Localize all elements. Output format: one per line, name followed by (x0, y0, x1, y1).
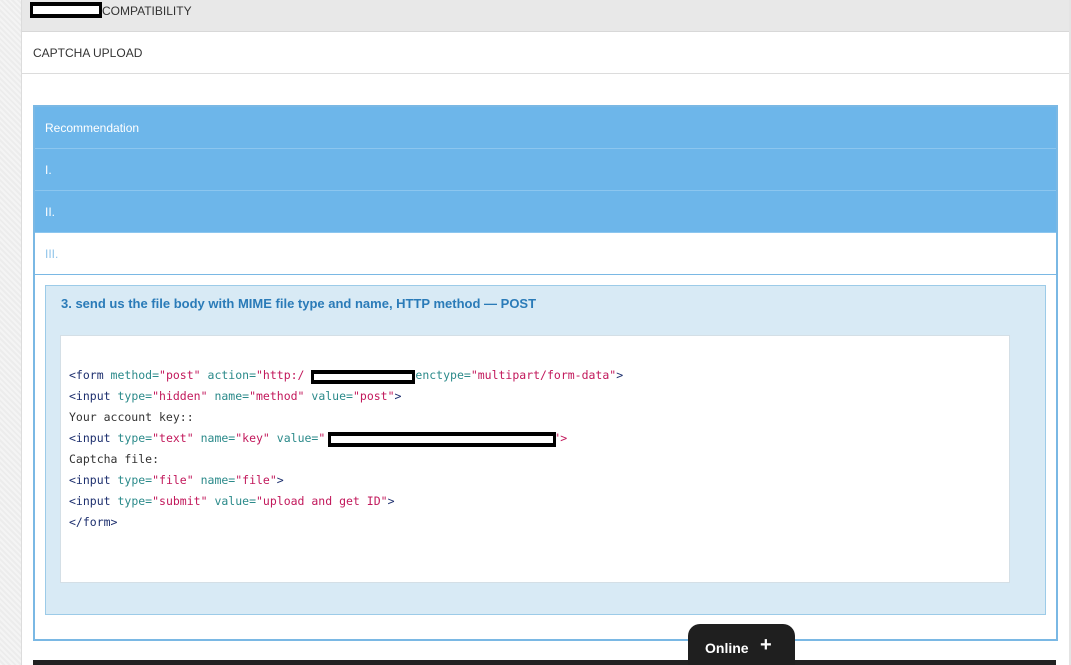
bottom-dark-bar (33, 660, 1056, 665)
recommendation-item-2[interactable]: II. (35, 191, 1056, 233)
captcha-upload-label: CAPTCHA UPLOAD (33, 46, 143, 60)
code-line-submit-input: <input type="submit" value="upload and g… (69, 494, 395, 508)
code-line-captcha-file-label: Captcha file: (69, 452, 160, 466)
recommendation-item-1[interactable]: I. (35, 149, 1056, 191)
redacted-url (311, 370, 415, 384)
step-title: 3. send us the file body with MIME file … (61, 296, 537, 311)
content-panel: COMPATIBILITY CAPTCHA UPLOAD Recommendat… (22, 0, 1069, 665)
online-chat-tab[interactable]: Online + (688, 624, 795, 665)
code-line-account-key-label: Your account key:: (69, 410, 194, 424)
left-background-pattern (0, 0, 22, 665)
recommendation-item-label: I. (45, 163, 52, 177)
recommendation-item-label: III. (45, 247, 59, 261)
captcha-upload-section-header[interactable]: CAPTCHA UPLOAD (22, 32, 1069, 74)
redacted-key (328, 432, 556, 447)
code-line-form-close: </form> (69, 515, 118, 529)
recommendation-accordion: Recommendation I. II. III. 3. send us th… (33, 105, 1058, 641)
step-content-box: 3. send us the file body with MIME file … (45, 285, 1046, 615)
recommendation-item-label: II. (45, 205, 56, 219)
online-chat-label: Online (705, 640, 749, 656)
code-sample: <form method="post" action="http:/ encty… (60, 335, 1010, 583)
redacted-block (30, 2, 102, 18)
compatibility-section-header[interactable]: COMPATIBILITY (22, 0, 1069, 32)
code-line-file-input: <input type="file" name="file"> (69, 473, 284, 487)
recommendation-header[interactable]: Recommendation (35, 107, 1056, 149)
code-line-hidden-input: <input type="hidden" name="method" value… (69, 389, 402, 403)
recommendation-header-label: Recommendation (45, 121, 140, 135)
compatibility-label: COMPATIBILITY (102, 4, 192, 18)
plus-icon[interactable]: + (760, 635, 772, 655)
recommendation-item-3[interactable]: III. (35, 233, 1056, 275)
